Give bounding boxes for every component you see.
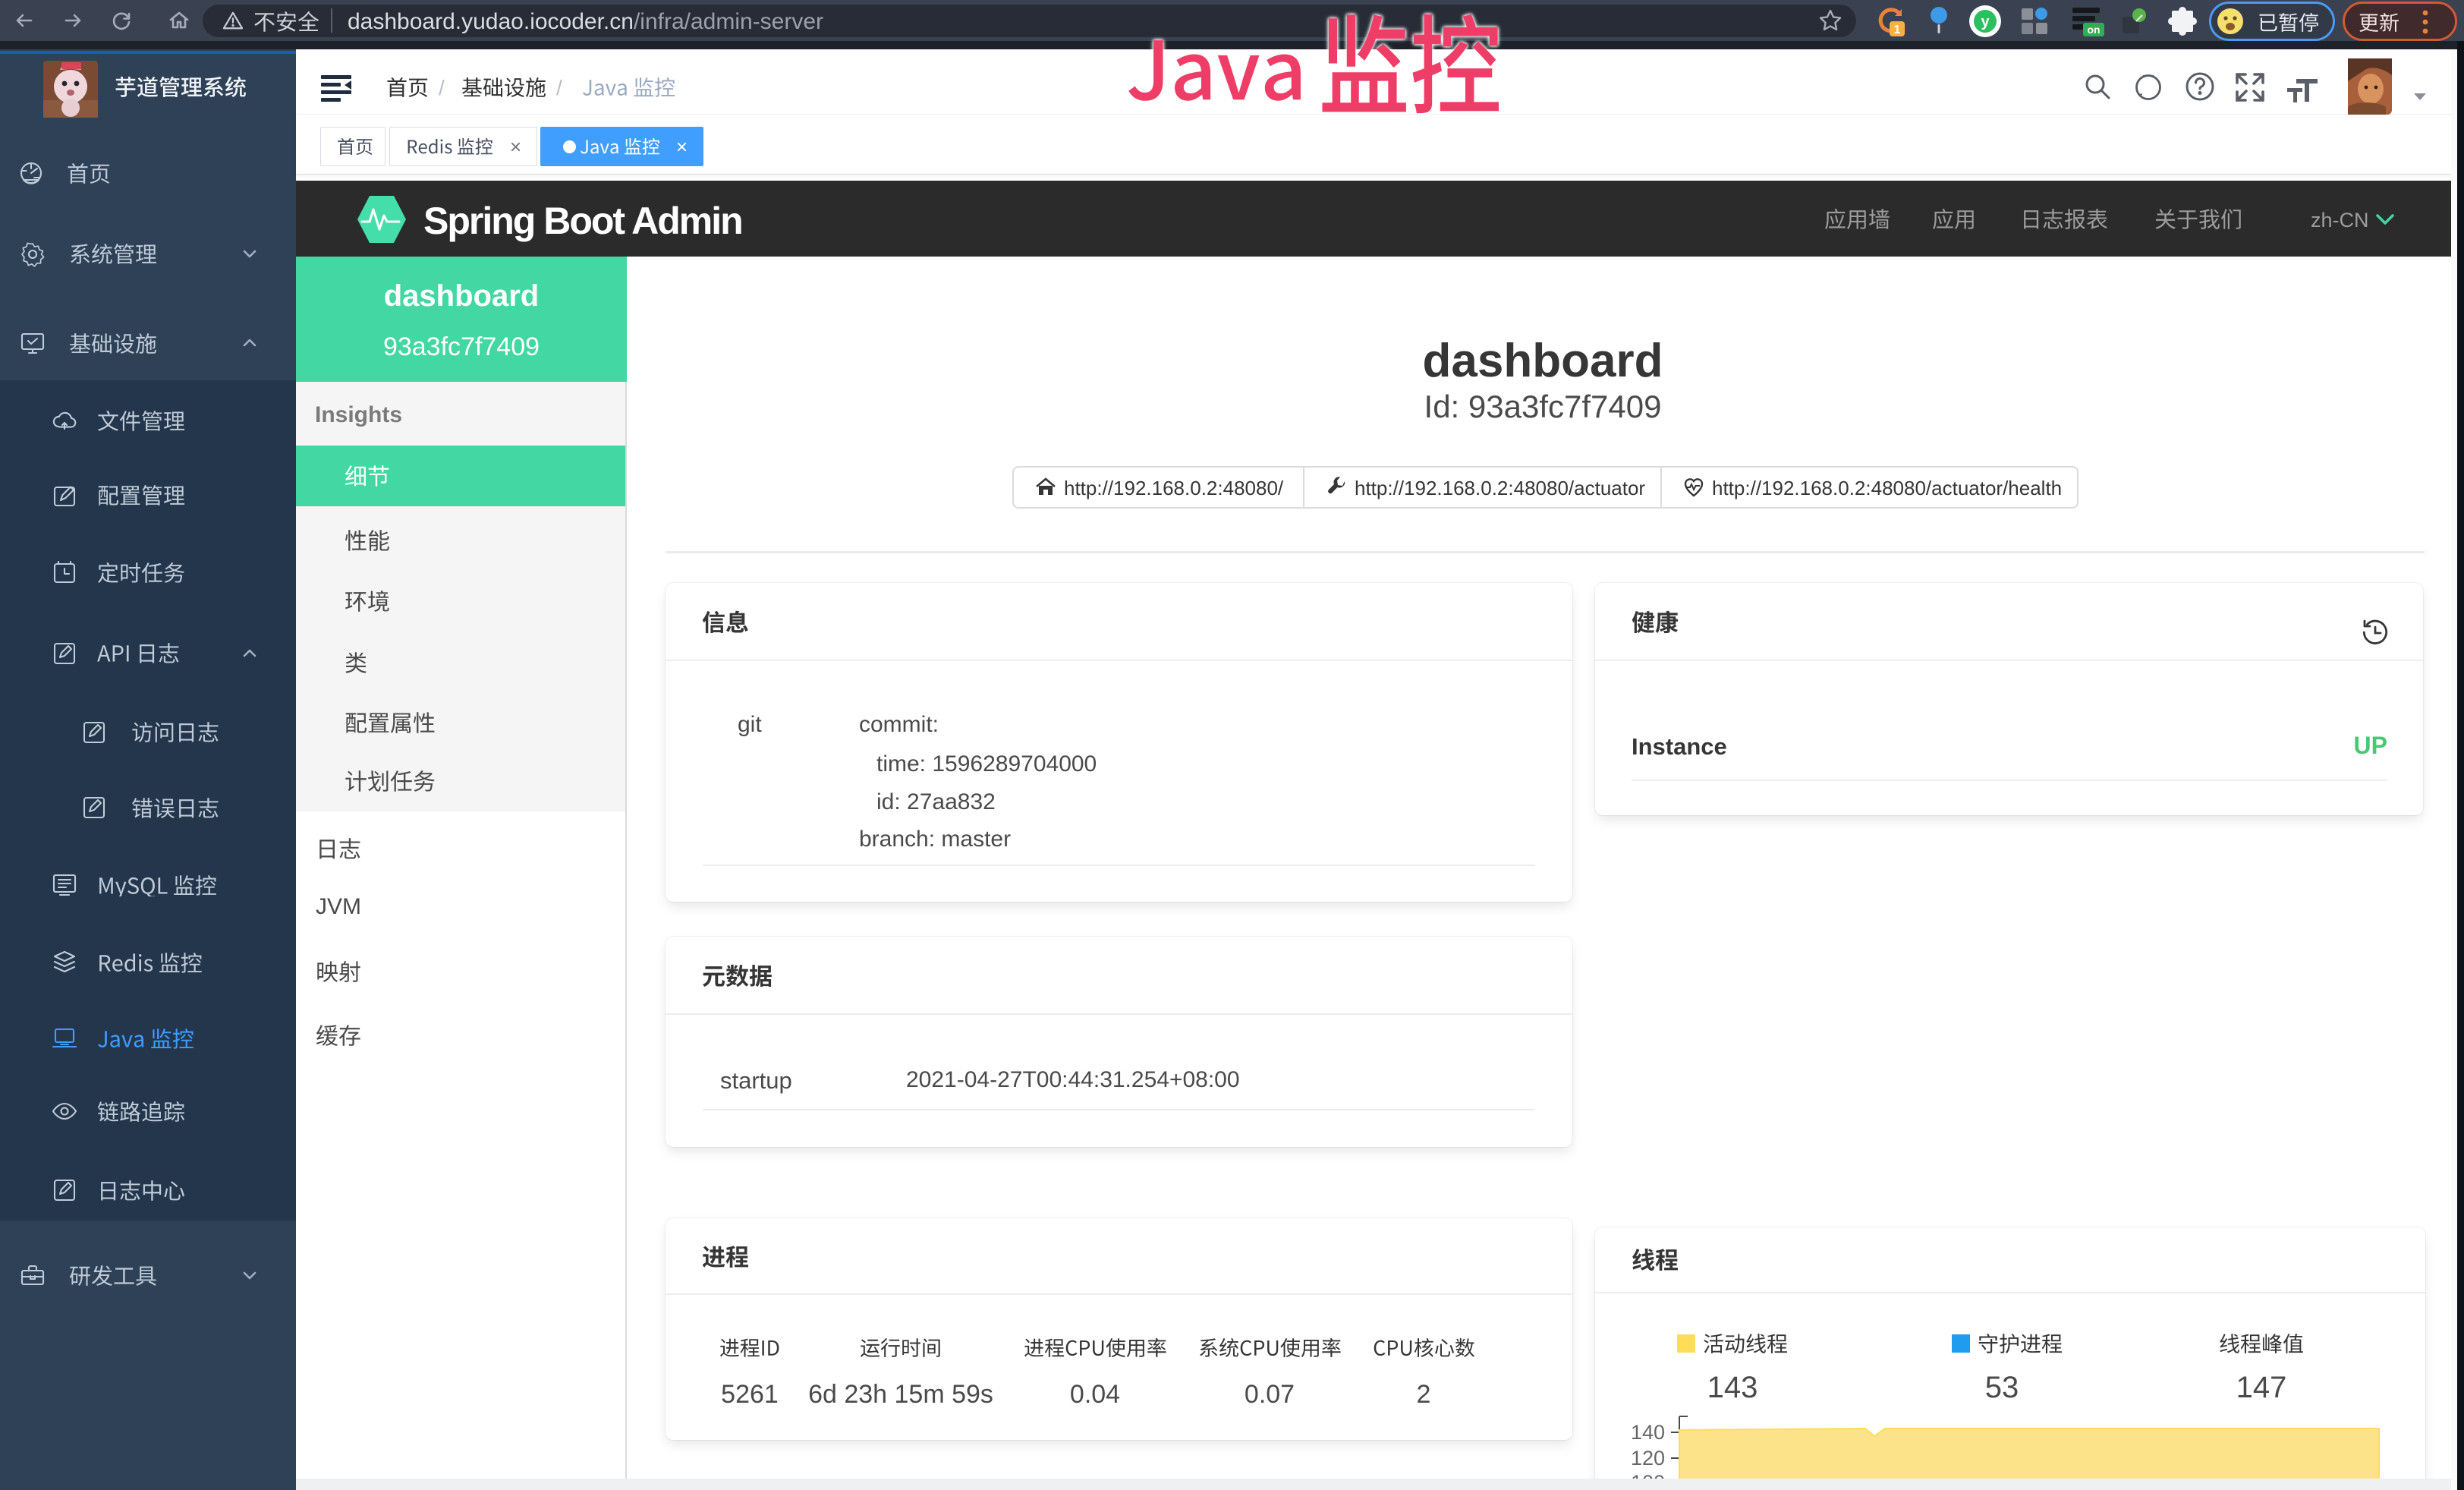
svg-text:140: 140 — [1631, 1421, 1665, 1444]
svg-text:on: on — [2087, 24, 2100, 36]
svg-text:120: 120 — [1631, 1447, 1665, 1470]
svg-text:1: 1 — [1894, 24, 1901, 36]
svg-text:y: y — [1981, 14, 1990, 30]
